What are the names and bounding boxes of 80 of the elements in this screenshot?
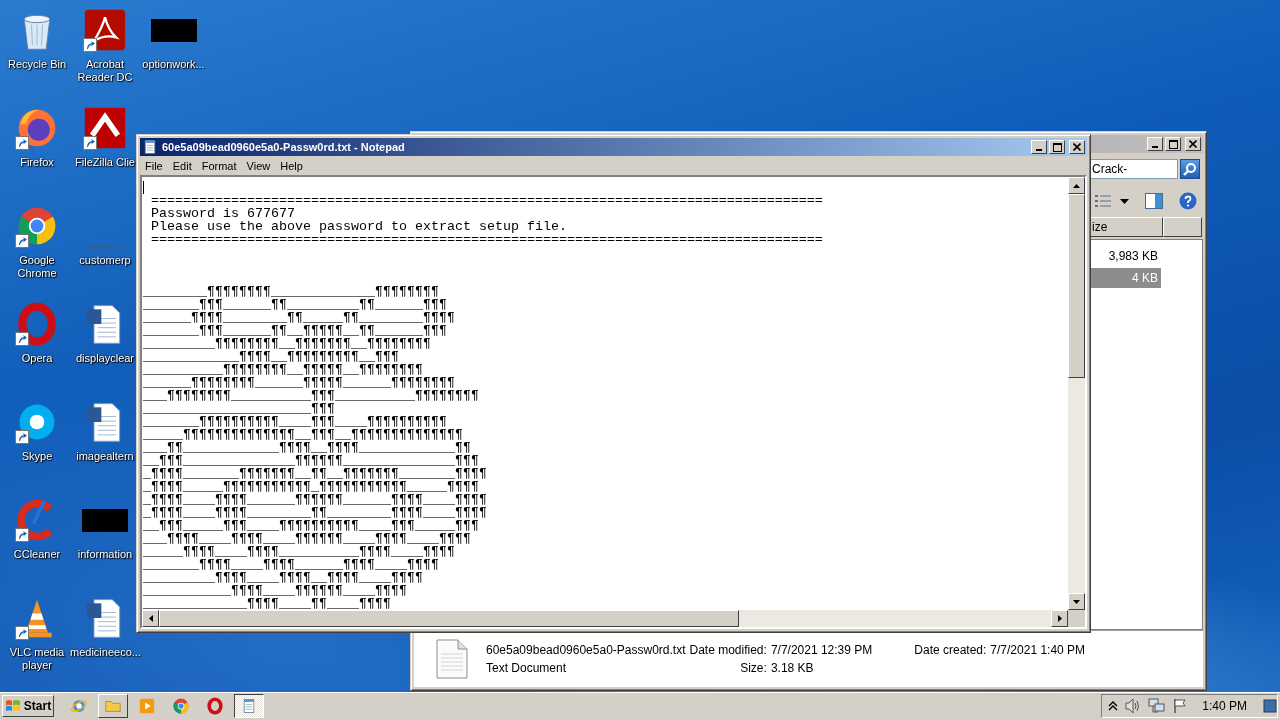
preview-pane-icon[interactable] — [1145, 193, 1163, 209]
arrow-up-icon — [1073, 183, 1080, 188]
ring-logo-icon — [15, 302, 59, 346]
file-name: 60e5a09bead0960e5a0-Passw0rd.txt — [486, 643, 686, 657]
close-button[interactable] — [1069, 140, 1085, 154]
field-label: Size: — [739, 661, 767, 675]
search-field[interactable]: Crack- — [1090, 159, 1178, 179]
field-label: Date modified: — [689, 643, 767, 657]
help-icon[interactable] — [1179, 192, 1197, 210]
app-logo-icon — [83, 8, 127, 52]
scroll-left-button[interactable] — [142, 610, 159, 627]
icon-label[interactable]: Firefox — [20, 156, 54, 169]
close-icon — [1189, 140, 1197, 148]
maximize-icon — [1168, 139, 1178, 149]
vertical-scrollbar[interactable] — [1068, 177, 1085, 610]
close-icon — [1073, 143, 1081, 151]
windows-logo-icon — [4, 699, 21, 713]
icon-label[interactable]: FileZilla Clie — [75, 156, 135, 169]
icon-label[interactable]: customerp — [79, 254, 131, 267]
icon-label[interactable]: information — [77, 548, 133, 561]
network-icon[interactable] — [1148, 698, 1167, 714]
arrow-down-icon — [1073, 599, 1080, 604]
minimize-button[interactable] — [1031, 140, 1047, 154]
field-label: Date created: — [914, 643, 987, 657]
arrow-left-icon — [148, 615, 153, 622]
menu-item[interactable]: Edit — [167, 159, 197, 172]
icon-label[interactable]: optionwork... — [142, 58, 205, 71]
icon-label[interactable]: Google Chrome — [2, 254, 72, 280]
field-value: 7/7/2021 1:40 PM — [990, 643, 1086, 657]
scrollbar-thumb[interactable] — [1068, 194, 1085, 378]
scrollbar-thumb[interactable] — [159, 610, 739, 627]
clock[interactable]: 1:40 PM — [1202, 699, 1247, 713]
maximize-button[interactable] — [1049, 140, 1065, 154]
scroll-right-button[interactable] — [1051, 610, 1068, 627]
caret-icon[interactable] — [1120, 198, 1129, 204]
menu-item[interactable]: View — [241, 159, 276, 172]
field-value: 7/7/2021 12:39 PM — [770, 643, 874, 657]
column-header[interactable] — [1163, 217, 1202, 237]
scroll-down-button[interactable] — [1068, 593, 1085, 610]
icon-label[interactable]: imagealtern — [76, 450, 134, 463]
notepad-icon — [241, 698, 257, 714]
arrow-right-icon — [1057, 615, 1062, 622]
start-button[interactable]: Start — [2, 695, 54, 717]
taskbar-button[interactable] — [234, 694, 264, 718]
icon-label[interactable]: Skype — [21, 450, 53, 463]
icon-label[interactable]: displayclear — [75, 352, 135, 365]
list-view-icon[interactable] — [1094, 193, 1112, 209]
file-type: Text Document — [486, 661, 568, 675]
icon-label[interactable]: CCleaner — [13, 548, 61, 561]
app-logo-icon — [83, 106, 127, 150]
horizontal-scrollbar[interactable] — [142, 610, 1068, 627]
ring-logo-icon — [206, 697, 224, 715]
media-player-icon — [138, 697, 156, 715]
scrollbar-corner — [1068, 610, 1085, 627]
text-cursor — [143, 181, 144, 194]
browser-icon — [70, 697, 88, 715]
file-size-cell[interactable]: 3,983 KB — [1091, 246, 1161, 266]
maximize-icon — [1052, 142, 1062, 152]
menu-item[interactable]: Help — [275, 159, 308, 172]
search-button[interactable] — [1180, 159, 1200, 179]
notepad-icon — [142, 139, 158, 155]
chevron-up-icon[interactable] — [1108, 700, 1119, 712]
text-file-icon — [436, 639, 468, 679]
icon-label[interactable]: medicineeco... — [70, 646, 140, 659]
icon-label[interactable]: Opera — [21, 352, 53, 365]
browser-logo-icon — [172, 697, 190, 715]
menu-item[interactable]: Format — [196, 159, 242, 172]
menu-item[interactable]: File — [140, 159, 168, 172]
flag-icon[interactable] — [1172, 698, 1189, 714]
column-header[interactable]: ize — [1090, 217, 1163, 237]
scroll-up-button[interactable] — [1068, 177, 1085, 194]
field-value: 3.18 KB — [770, 661, 815, 675]
show-desktop-button[interactable] — [1263, 696, 1277, 716]
file-size-cell[interactable]: 4 KB — [1091, 268, 1161, 288]
close-button[interactable] — [1185, 137, 1201, 151]
maximize-button[interactable] — [1165, 137, 1181, 151]
minimize-button[interactable] — [1147, 137, 1163, 151]
window-title: 60e5a09bead0960e5a0-Passw0rd.txt - Notepad — [162, 141, 406, 153]
icon-label[interactable]: Acrobat Reader DC — [74, 58, 136, 84]
icon-label[interactable]: Recycle Bin — [7, 58, 67, 71]
